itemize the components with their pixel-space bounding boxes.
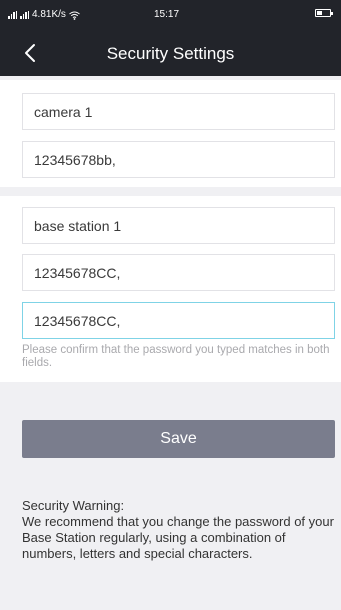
wifi-icon <box>69 11 80 20</box>
page-title: Security Settings <box>106 44 235 63</box>
base-station-section: Please confirm that the password you typ… <box>0 196 341 382</box>
status-time: 15:17 <box>154 9 180 20</box>
camera-name-field[interactable] <box>22 93 335 130</box>
warning-body: We recommend that you change the passwor… <box>22 514 334 561</box>
signal-icon <box>8 11 17 19</box>
password-hint: Please confirm that the password you typ… <box>22 344 330 369</box>
camera-section <box>0 80 341 187</box>
signal-icon <box>20 11 29 19</box>
confirm-password-field[interactable] <box>22 302 335 339</box>
save-button[interactable]: Save <box>22 420 335 458</box>
status-left: 4.81K/s <box>8 10 80 20</box>
nav-header: Security Settings <box>0 30 341 76</box>
security-warning: Security Warning: We recommend that you … <box>22 498 340 562</box>
network-speed: 4.81K/s <box>32 9 66 20</box>
status-bar: 4.81K/s 15:17 <box>0 0 341 30</box>
battery-icon <box>315 9 333 17</box>
base-station-password-field[interactable] <box>22 254 335 291</box>
base-station-name-field[interactable] <box>22 207 335 244</box>
camera-password-field[interactable] <box>22 141 335 178</box>
warning-title: Security Warning: <box>22 498 125 513</box>
